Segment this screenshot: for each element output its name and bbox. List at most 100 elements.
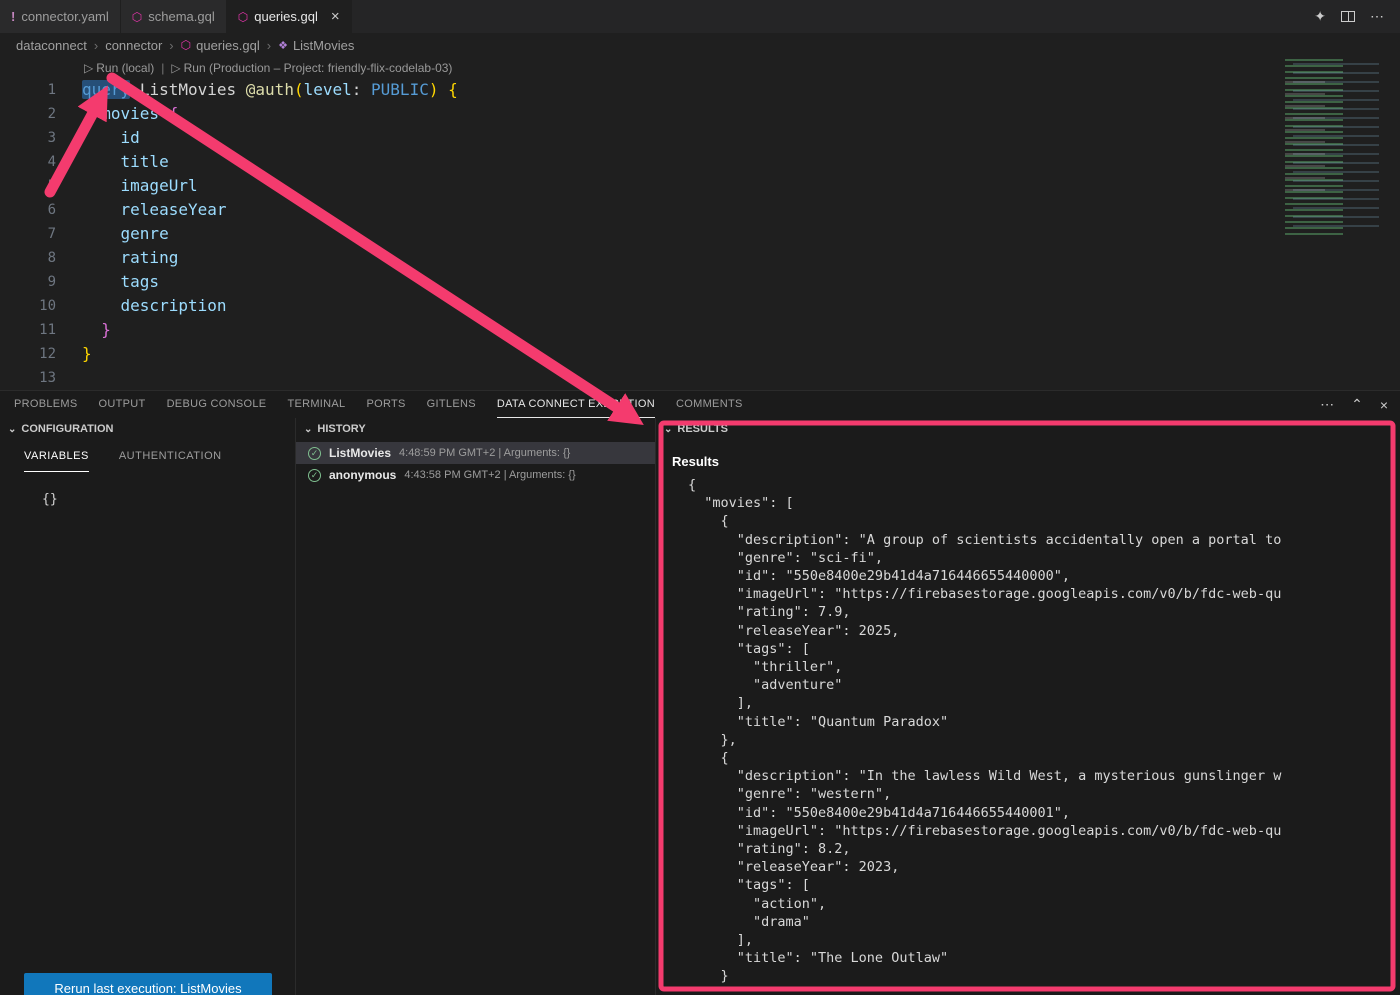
- line-number: 1: [0, 78, 56, 102]
- panel-tab-terminal[interactable]: TERMINAL: [287, 391, 345, 418]
- panel-tab-ports[interactable]: PORTS: [366, 391, 405, 418]
- panel-tab-comments[interactable]: COMMENTS: [676, 391, 743, 418]
- code-line-content: query ListMovies @auth(level: PUBLIC) {: [56, 78, 458, 102]
- copilot-icon[interactable]: ✦: [1314, 8, 1326, 25]
- close-tab-icon[interactable]: ×: [331, 9, 340, 24]
- editor: ▷ Run (local) | ▷ Run (Production – Proj…: [0, 57, 1400, 390]
- rerun-button[interactable]: Rerun last execution: ListMovies: [24, 973, 272, 995]
- more-actions-icon[interactable]: ⋯: [1320, 396, 1334, 413]
- code-line[interactable]: 12}: [0, 342, 1400, 366]
- panel-tabs: PROBLEMS OUTPUT DEBUG CONSOLE TERMINAL PORTS…: [0, 391, 1400, 418]
- history-header[interactable]: ⌄ HISTORY: [296, 418, 655, 440]
- results-json[interactable]: { "movies": [ { "description": "A group …: [656, 476, 1400, 986]
- configuration-header-label: CONFIGURATION: [21, 423, 113, 435]
- run-local-action[interactable]: ▷ Run (local): [84, 61, 154, 75]
- code-line-content: imageUrl: [56, 174, 198, 198]
- code-line-content: description: [56, 294, 227, 318]
- history-item-name: anonymous: [329, 468, 396, 482]
- configuration-tabs: VARIABLES AUTHENTICATION: [0, 440, 295, 472]
- code-line[interactable]: 10 description: [0, 294, 1400, 318]
- code-line-content: title: [56, 150, 169, 174]
- code-line[interactable]: 3 id: [0, 126, 1400, 150]
- panel-tab-problems[interactable]: PROBLEMS: [14, 391, 78, 418]
- editor-tab-bar: !connector.yaml⬡schema.gql⬡queries.gql× …: [0, 0, 1400, 33]
- graphql-icon: ⬡: [181, 38, 191, 52]
- history-item-ListMovies[interactable]: ✓ListMovies4:48:59 PM GMT+2 | Arguments:…: [296, 442, 655, 464]
- breadcrumb-item-ListMovies[interactable]: ❖ListMovies: [278, 38, 354, 53]
- history-pane: ⌄ HISTORY ✓ListMovies4:48:59 PM GMT+2 | …: [296, 418, 656, 995]
- bottom-panel: PROBLEMS OUTPUT DEBUG CONSOLE TERMINAL PORTS…: [0, 390, 1400, 995]
- code-line-content: genre: [56, 222, 169, 246]
- code-lines: 1query ListMovies @auth(level: PUBLIC) {…: [0, 78, 1400, 390]
- line-number: 5: [0, 174, 56, 198]
- tab-label: connector.yaml: [21, 9, 108, 24]
- panel-tab-output[interactable]: OUTPUT: [99, 391, 146, 418]
- line-number: 4: [0, 150, 56, 174]
- configuration-header[interactable]: ⌄ CONFIGURATION: [0, 418, 295, 440]
- chevron-down-icon: ⌄: [8, 424, 16, 435]
- codelens-divider: |: [161, 61, 164, 75]
- code-line-content: releaseYear: [56, 198, 227, 222]
- results-title: Results: [656, 440, 1400, 469]
- run-production-action[interactable]: ▷ Run (Production – Project: friendly-fl…: [171, 61, 452, 75]
- line-number: 9: [0, 270, 56, 294]
- code-line[interactable]: 9 tags: [0, 270, 1400, 294]
- line-number: 12: [0, 342, 56, 366]
- line-number: 8: [0, 246, 56, 270]
- editor-tab-connector.yaml[interactable]: ! connector.yaml: [0, 0, 121, 33]
- breadcrumb: dataconnect›connector›⬡queries.gql›❖List…: [0, 33, 1400, 57]
- editor-tabs: ! connector.yaml ⬡schema.gql⬡queries.gql×: [0, 0, 352, 33]
- close-panel-icon[interactable]: ×: [1380, 397, 1388, 413]
- maximize-panel-icon[interactable]: ⌃: [1351, 396, 1363, 413]
- vscode-window: !connector.yaml⬡schema.gql⬡queries.gql× …: [0, 0, 1400, 995]
- line-number: 2: [0, 102, 56, 126]
- code-line[interactable]: 6 releaseYear: [0, 198, 1400, 222]
- code-line[interactable]: 13: [0, 366, 1400, 390]
- check-icon: ✓: [308, 447, 321, 460]
- check-icon: ✓: [308, 469, 321, 482]
- breadcrumb-label: dataconnect: [16, 38, 87, 53]
- panel-tab-gitlens[interactable]: GITLENS: [427, 391, 476, 418]
- chevron-down-icon: ⌄: [664, 424, 672, 435]
- breadcrumb-separator: ›: [169, 38, 173, 53]
- variables-content[interactable]: {}: [0, 472, 295, 507]
- more-actions-icon[interactable]: ⋯: [1370, 8, 1384, 25]
- code-line[interactable]: 1query ListMovies @auth(level: PUBLIC) {: [0, 78, 1400, 102]
- results-header[interactable]: ⌄ RESULTS: [656, 418, 1400, 440]
- history-item-anonymous[interactable]: ✓anonymous4:43:58 PM GMT+2 | Arguments: …: [296, 464, 655, 486]
- codelens: ▷ Run (local) | ▷ Run (Production – Proj…: [0, 57, 1400, 78]
- minimap[interactable]: [1283, 57, 1400, 240]
- code-line[interactable]: 7 genre: [0, 222, 1400, 246]
- breadcrumb-label: queries.gql: [196, 38, 260, 53]
- split-editor-icon[interactable]: [1341, 11, 1355, 22]
- editor-tab-queries.gql[interactable]: ⬡queries.gql×: [227, 0, 352, 33]
- line-number: 6: [0, 198, 56, 222]
- config-tab-authentication[interactable]: AUTHENTICATION: [119, 440, 222, 472]
- code-line-content: movies {: [56, 102, 178, 126]
- graphql-icon: ⬡: [132, 11, 142, 23]
- graphql-icon: ⬡: [238, 11, 248, 23]
- breadcrumb-item-connector[interactable]: connector: [105, 38, 162, 53]
- code-line[interactable]: 2 movies {: [0, 102, 1400, 126]
- breadcrumb-label: connector: [105, 38, 162, 53]
- breadcrumb-item-dataconnect[interactable]: dataconnect: [16, 38, 87, 53]
- code-line-content: id: [56, 126, 140, 150]
- history-item-meta: 4:48:59 PM GMT+2 | Arguments: {}: [399, 447, 570, 459]
- config-tab-variables[interactable]: VARIABLES: [24, 440, 89, 472]
- code-line[interactable]: 11 }: [0, 318, 1400, 342]
- symbol-icon: ❖: [278, 39, 288, 52]
- breadcrumb-separator: ›: [267, 38, 271, 53]
- code-line[interactable]: 5 imageUrl: [0, 174, 1400, 198]
- panel-tab-debug-console[interactable]: DEBUG CONSOLE: [167, 391, 267, 418]
- yaml-icon: !: [11, 10, 15, 23]
- editor-tab-schema.gql[interactable]: ⬡schema.gql: [121, 0, 227, 33]
- code-line[interactable]: 4 title: [0, 150, 1400, 174]
- panel-actions: ⋯ ⌃ ×: [1320, 391, 1388, 418]
- results-header-label: RESULTS: [677, 423, 728, 435]
- code-line-content: [56, 366, 82, 390]
- breadcrumb-item-queries.gql[interactable]: ⬡ queries.gql: [181, 38, 260, 53]
- code-line-content: }: [56, 318, 111, 342]
- code-line[interactable]: 8 rating: [0, 246, 1400, 270]
- panel-tab-data-connect-execution[interactable]: DATA CONNECT EXECUTION: [497, 391, 655, 418]
- line-number: 7: [0, 222, 56, 246]
